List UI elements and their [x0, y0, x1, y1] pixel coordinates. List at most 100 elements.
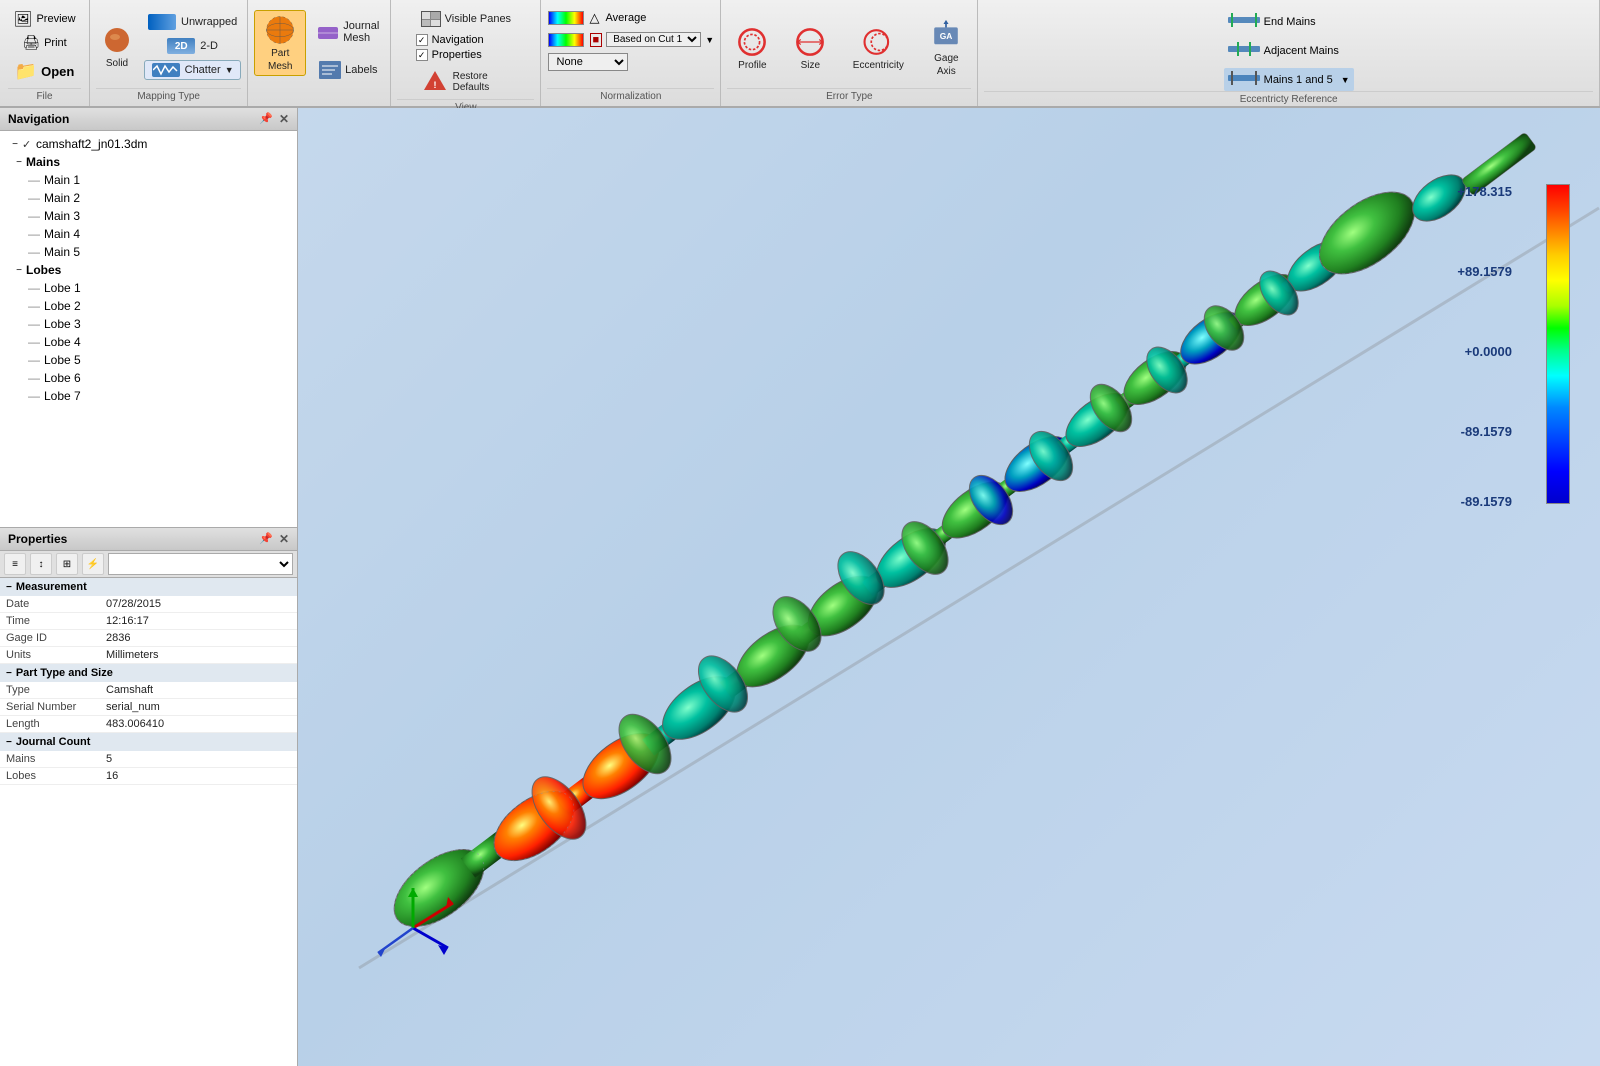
tree-item-main4[interactable]: — Main 4 — [4, 225, 293, 243]
two-d-label: 2-D — [200, 40, 218, 52]
tree-toggle-lobes[interactable]: − — [12, 263, 26, 277]
props-section-part_type[interactable]: − Part Type and Size — [0, 664, 297, 682]
print-icon: 🖨 — [22, 34, 40, 51]
profile-label: Profile — [738, 60, 766, 71]
navigation-checkbox[interactable]: ✓ — [416, 34, 428, 46]
based-on-cut-select[interactable]: Based on Cut 1 — [606, 32, 701, 47]
navigation-check[interactable]: ✓ Navigation — [416, 34, 484, 46]
adjacent-mains-button[interactable]: Adjacent Mains — [1224, 39, 1343, 62]
none-select[interactable]: None — [548, 53, 628, 71]
props-tool-2[interactable]: ↕ — [30, 553, 52, 575]
props-table-journal_count: Mains5Lobes16 — [0, 751, 297, 785]
profile-button[interactable]: Profile — [727, 23, 777, 74]
tree-item-lobe4[interactable]: — Lobe 4 — [4, 333, 293, 351]
tree-item-lobes[interactable]: − Lobes — [4, 261, 293, 279]
tree-item-main2[interactable]: — Main 2 — [4, 189, 293, 207]
tree-label-lobe7: Lobe 7 — [44, 389, 81, 403]
end-mains-button[interactable]: End Mains — [1224, 10, 1320, 33]
restore-defaults-button[interactable]: ! Restore Defaults — [416, 65, 495, 99]
part-mesh-icon — [264, 14, 296, 46]
props-row-type: TypeCamshaft — [0, 682, 297, 699]
adjacent-mains-label: Adjacent Mains — [1264, 45, 1339, 57]
props-section-measurement[interactable]: − Measurement — [0, 578, 297, 596]
tree-item-main5[interactable]: — Main 5 — [4, 243, 293, 261]
part-mesh-button[interactable]: Part Mesh — [254, 10, 306, 76]
mesh-group: Part Mesh Journal Mesh — [248, 0, 391, 106]
solid-icon — [101, 24, 133, 56]
adjacent-mains-icon — [1228, 41, 1260, 60]
props-key: Lobes — [0, 768, 100, 785]
journal-mesh-button[interactable]: Journal Mesh — [310, 16, 384, 48]
mains-dropdown-icon[interactable]: ▼ — [1341, 75, 1350, 85]
print-button[interactable]: 🖨 Print — [18, 32, 70, 53]
properties-check[interactable]: ✓ Properties — [416, 49, 484, 61]
tree-item-lobe7[interactable]: — Lobe 7 — [4, 387, 293, 405]
part-mesh-label: Part — [271, 48, 289, 59]
size-button[interactable]: Size — [785, 23, 835, 74]
tree-label-root: camshaft2_jn01.3dm — [36, 137, 147, 151]
unwrapped-button[interactable]: Unwrapped — [144, 12, 241, 32]
properties-table: − MeasurementDate07/28/2015Time12:16:17G… — [0, 578, 297, 1066]
tree-toggle-mains[interactable]: − — [12, 155, 26, 169]
based-on-cut-row: ■ Based on Cut 1 ▼ — [548, 32, 715, 47]
tree-dash-lobe1: — — [28, 281, 40, 295]
tree-item-main3[interactable]: — Main 3 — [4, 207, 293, 225]
props-tool-1[interactable]: ≡ — [4, 553, 26, 575]
gage-label2: Axis — [937, 66, 956, 77]
tree-label-main4: Main 4 — [44, 227, 80, 241]
props-section-journal_count[interactable]: − Journal Count — [0, 733, 297, 751]
open-button[interactable]: 📁 Open — [11, 59, 79, 84]
scale-upper-mid-label: +89.1579 — [1457, 264, 1512, 279]
tree-dash-main1: — — [28, 173, 40, 187]
tree-label-lobe5: Lobe 5 — [44, 353, 81, 367]
tree-item-lobe3[interactable]: — Lobe 3 — [4, 315, 293, 333]
section-toggle-measurement: − — [6, 582, 12, 593]
tree-item-lobe6[interactable]: — Lobe 6 — [4, 369, 293, 387]
navigation-panel-header: Navigation 📌 ✕ — [0, 108, 297, 131]
props-row-mains: Mains5 — [0, 751, 297, 768]
cut-dropdown-icon[interactable]: ▼ — [705, 35, 714, 45]
two-d-icon: 2D — [167, 38, 195, 54]
tree-item-lobe5[interactable]: — Lobe 5 — [4, 351, 293, 369]
size-label: Size — [801, 60, 820, 71]
two-d-button[interactable]: 2D 2-D — [144, 36, 241, 56]
tree-toggle-root[interactable]: − — [8, 137, 22, 151]
chatter-button[interactable]: Chatter ▼ — [144, 60, 241, 80]
tree-dash-lobe2: — — [28, 299, 40, 313]
tree-item-main1[interactable]: — Main 1 — [4, 171, 293, 189]
mapping-type-label: Mapping Type — [96, 88, 241, 102]
tree-dash-lobe5: — — [28, 353, 40, 367]
properties-checkbox[interactable]: ✓ — [416, 49, 428, 61]
average-icon: △ — [590, 10, 600, 26]
properties-title: Properties — [8, 532, 67, 546]
props-tool-4[interactable]: ⚡ — [82, 553, 104, 575]
navigation-tree: − ✓ camshaft2_jn01.3dm− Mains— Main 1— M… — [0, 131, 297, 527]
labels-button[interactable]: Labels — [310, 54, 384, 86]
tree-label-main3: Main 3 — [44, 209, 80, 223]
tree-dash-main3: — — [28, 209, 40, 223]
preview-button[interactable]: 🖼 Preview — [9, 8, 79, 30]
gage-axis-button[interactable]: GA Gage Axis — [921, 16, 971, 80]
props-pin-button[interactable]: 📌 — [259, 532, 273, 546]
tree-item-mains[interactable]: − Mains — [4, 153, 293, 171]
visible-panes-icon — [421, 11, 441, 27]
eccentricity-button[interactable]: Eccentricity — [843, 23, 913, 74]
3d-viewport[interactable]: +178.315 +89.1579 +0.0000 -89.1579 -89.1… — [298, 108, 1600, 1066]
tree-label-main5: Main 5 — [44, 245, 80, 259]
tree-item-root[interactable]: − ✓ camshaft2_jn01.3dm — [4, 135, 293, 153]
camshaft-visualization — [298, 108, 1600, 1066]
props-close-button[interactable]: ✕ — [279, 532, 289, 546]
props-value: 16 — [100, 768, 297, 785]
solid-button[interactable]: Solid — [96, 21, 138, 72]
chatter-dropdown-icon[interactable]: ▼ — [225, 65, 234, 75]
restore-label1: Restore — [453, 71, 490, 82]
props-tool-3[interactable]: ⊞ — [56, 553, 78, 575]
mains-1-and-5-button[interactable]: Mains 1 and 5 ▼ — [1224, 68, 1354, 91]
part-selector[interactable]: Part — [108, 553, 293, 575]
nav-close-button[interactable]: ✕ — [279, 112, 289, 126]
normalization-label: Normalization — [547, 88, 714, 102]
tree-item-lobe1[interactable]: — Lobe 1 — [4, 279, 293, 297]
pin-button[interactable]: 📌 — [259, 112, 273, 126]
tree-item-lobe2[interactable]: — Lobe 2 — [4, 297, 293, 315]
visible-panes-button[interactable]: Visible Panes — [416, 8, 516, 30]
